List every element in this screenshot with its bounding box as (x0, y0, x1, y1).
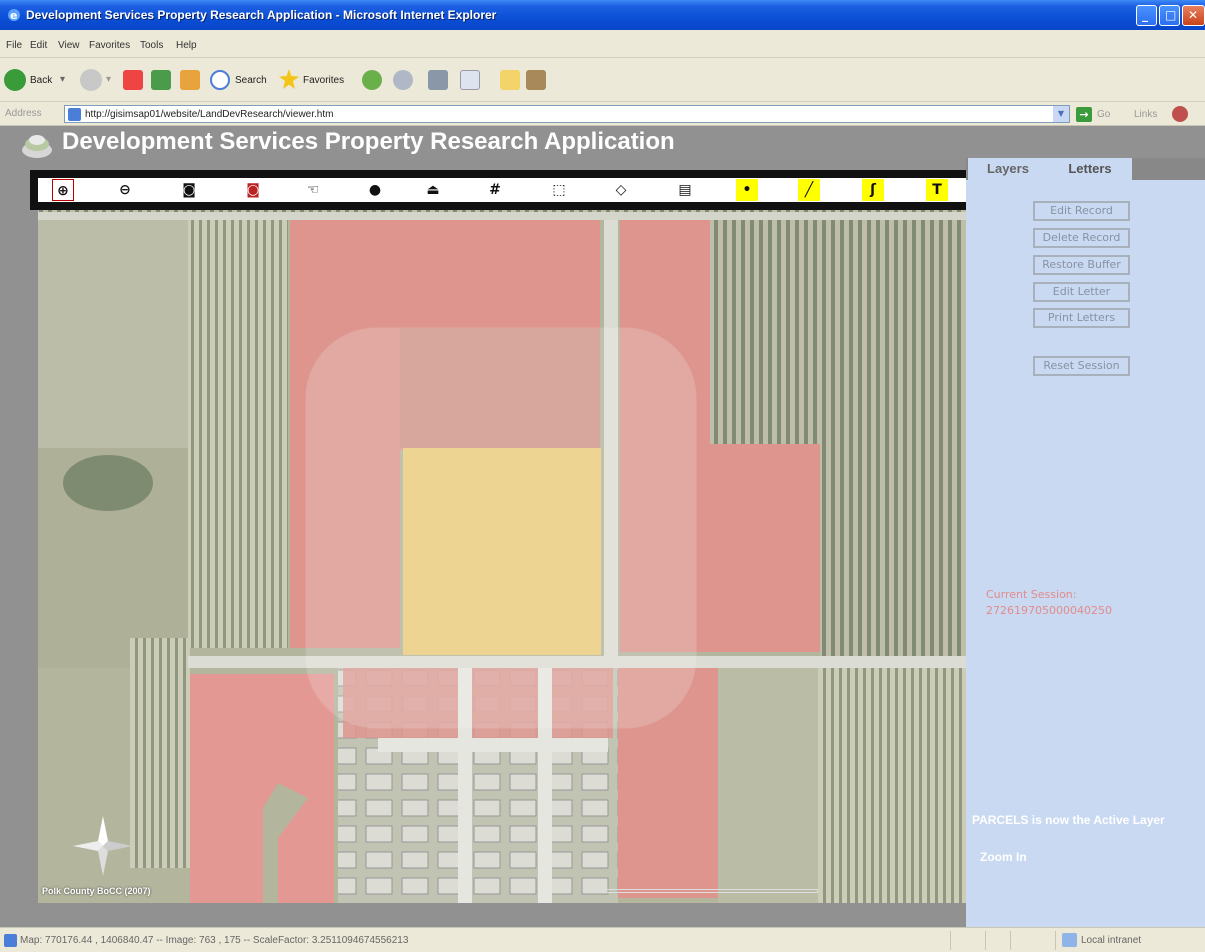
search-button-label[interactable]: Search (235, 75, 267, 86)
globe-icon[interactable]: ◙ (178, 179, 200, 201)
text-icon[interactable]: T (926, 179, 948, 201)
status-divider (985, 931, 986, 950)
scale-bar (598, 889, 818, 893)
hand-icon[interactable]: ☜ (302, 179, 324, 201)
app-title: Development Services Property Research A… (62, 128, 675, 155)
edit-record-button[interactable]: Edit Record (1033, 201, 1130, 221)
go-button[interactable]: Go (1097, 109, 1110, 120)
menu-file[interactable]: File (6, 40, 22, 51)
forward-dropdown-icon[interactable]: ▾ (106, 74, 111, 85)
tab-layers[interactable]: Layers (968, 158, 1048, 180)
printer-icon[interactable]: ▤ (674, 179, 696, 201)
menu-favorites[interactable]: Favorites (89, 40, 130, 51)
status-divider (950, 931, 951, 950)
history-icon[interactable] (362, 70, 382, 90)
tab-letters[interactable]: Letters (1048, 158, 1132, 180)
menu-view[interactable]: View (58, 40, 80, 51)
stop-icon[interactable] (123, 70, 143, 90)
reset-session-button[interactable]: Reset Session (1033, 356, 1130, 376)
snagit-icon[interactable] (1172, 106, 1188, 122)
refresh-icon[interactable] (151, 70, 171, 90)
status-divider (1010, 931, 1011, 950)
back-icon[interactable] (4, 69, 26, 91)
current-session-value: 272619705000040250 (986, 604, 1112, 617)
page-icon (68, 108, 81, 121)
address-dropdown-icon[interactable]: ▼ (1053, 106, 1069, 122)
page-content: Development Services Property Research A… (0, 126, 1205, 929)
browser-toolbar: Back ▾ ▾ Search Favorites (0, 58, 1205, 102)
side-panel: Layers Letters Edit Record Delete Record… (966, 158, 1205, 929)
menu-edit[interactable]: Edit (30, 40, 47, 51)
home-icon[interactable] (180, 70, 200, 90)
edit-icon[interactable] (460, 70, 480, 90)
back-button-label[interactable]: Back (30, 75, 52, 86)
mail-icon[interactable] (393, 70, 413, 90)
grid-icon[interactable]: # (484, 179, 506, 201)
ie-logo-icon: e (8, 9, 20, 22)
panel-tabs: Layers Letters (966, 158, 1205, 180)
back-dropdown-icon[interactable]: ▾ (60, 74, 65, 85)
svg-text:e: e (10, 9, 17, 22)
current-session-label: Current Session: (986, 588, 1077, 601)
map-toolbar: ⊕ ⊖ ◙ ◙ ☜ ● ⏏ # ⬚ ◇ ▤ • ╱ ʃ T (30, 170, 970, 210)
delete-record-button[interactable]: Delete Record (1033, 228, 1130, 248)
address-bar: Address http://gisimsap01/website/LandDe… (0, 102, 1205, 126)
folder-icon[interactable] (500, 70, 520, 90)
links-button[interactable]: Links (1134, 109, 1157, 120)
status-text: Map: 770176.44 , 1406840.47 -- Image: 76… (20, 935, 409, 946)
menu-bar: File Edit View Favorites Tools Help (0, 30, 1205, 85)
zoom-in-icon[interactable]: ⊕ (52, 179, 74, 201)
window-titlebar: e Development Services Property Research… (0, 0, 1205, 30)
search-icon[interactable] (210, 70, 230, 90)
select-icon[interactable]: ⬚ (548, 179, 570, 201)
maximize-button[interactable]: □ (1159, 5, 1180, 26)
globe-red-icon[interactable]: ◙ (242, 179, 264, 201)
mode-status: Zoom In (980, 850, 1027, 864)
address-label: Address (5, 108, 42, 119)
window-title: Development Services Property Research A… (26, 8, 497, 22)
favorites-button-label[interactable]: Favorites (303, 75, 344, 86)
address-input[interactable]: http://gisimsap01/website/LandDevResearc… (64, 105, 1070, 123)
edit-letter-button[interactable]: Edit Letter (1033, 282, 1130, 302)
query-icon[interactable]: ⏏ (422, 179, 444, 201)
map-view[interactable]: Polk County BoCC (2007) (38, 198, 966, 903)
line-icon[interactable]: ╱ (798, 179, 820, 201)
point-icon[interactable]: • (736, 179, 758, 201)
go-arrow-icon[interactable]: → (1076, 107, 1092, 122)
eraser-icon[interactable]: ◇ (610, 179, 632, 201)
intranet-zone-icon (1062, 933, 1077, 947)
forward-icon[interactable] (80, 69, 102, 91)
map-credit: Polk County BoCC (2007) (42, 886, 151, 896)
polyline-icon[interactable]: ʃ (862, 179, 884, 201)
menu-help[interactable]: Help (176, 40, 197, 51)
menu-tools[interactable]: Tools (140, 40, 163, 51)
favorites-star-icon[interactable] (279, 69, 299, 89)
active-layer-message: PARCELS is now the Active Layer (972, 813, 1165, 827)
map-tool-strip: ⊕ ⊖ ◙ ◙ ☜ ● ⏏ # ⬚ ◇ ▤ • ╱ ʃ T (38, 178, 966, 202)
research-icon[interactable] (526, 70, 546, 90)
security-zone: Local intranet (1081, 935, 1142, 946)
print-icon[interactable] (428, 70, 448, 90)
address-url[interactable]: http://gisimsap01/website/LandDevResearc… (85, 109, 333, 120)
status-divider (1055, 931, 1056, 950)
close-button[interactable]: ✕ (1182, 5, 1205, 26)
minimize-button[interactable]: _ (1136, 5, 1157, 26)
status-bar: Map: 770176.44 , 1406840.47 -- Image: 76… (0, 927, 1205, 952)
print-letters-button[interactable]: Print Letters (1033, 308, 1130, 328)
page-status-icon (4, 934, 17, 947)
zoom-out-icon[interactable]: ⊖ (114, 179, 136, 201)
restore-buffer-button[interactable]: Restore Buffer (1033, 255, 1130, 275)
app-logo-icon (22, 135, 52, 158)
aerial-map[interactable] (38, 198, 966, 903)
info-icon[interactable]: ● (364, 179, 386, 201)
